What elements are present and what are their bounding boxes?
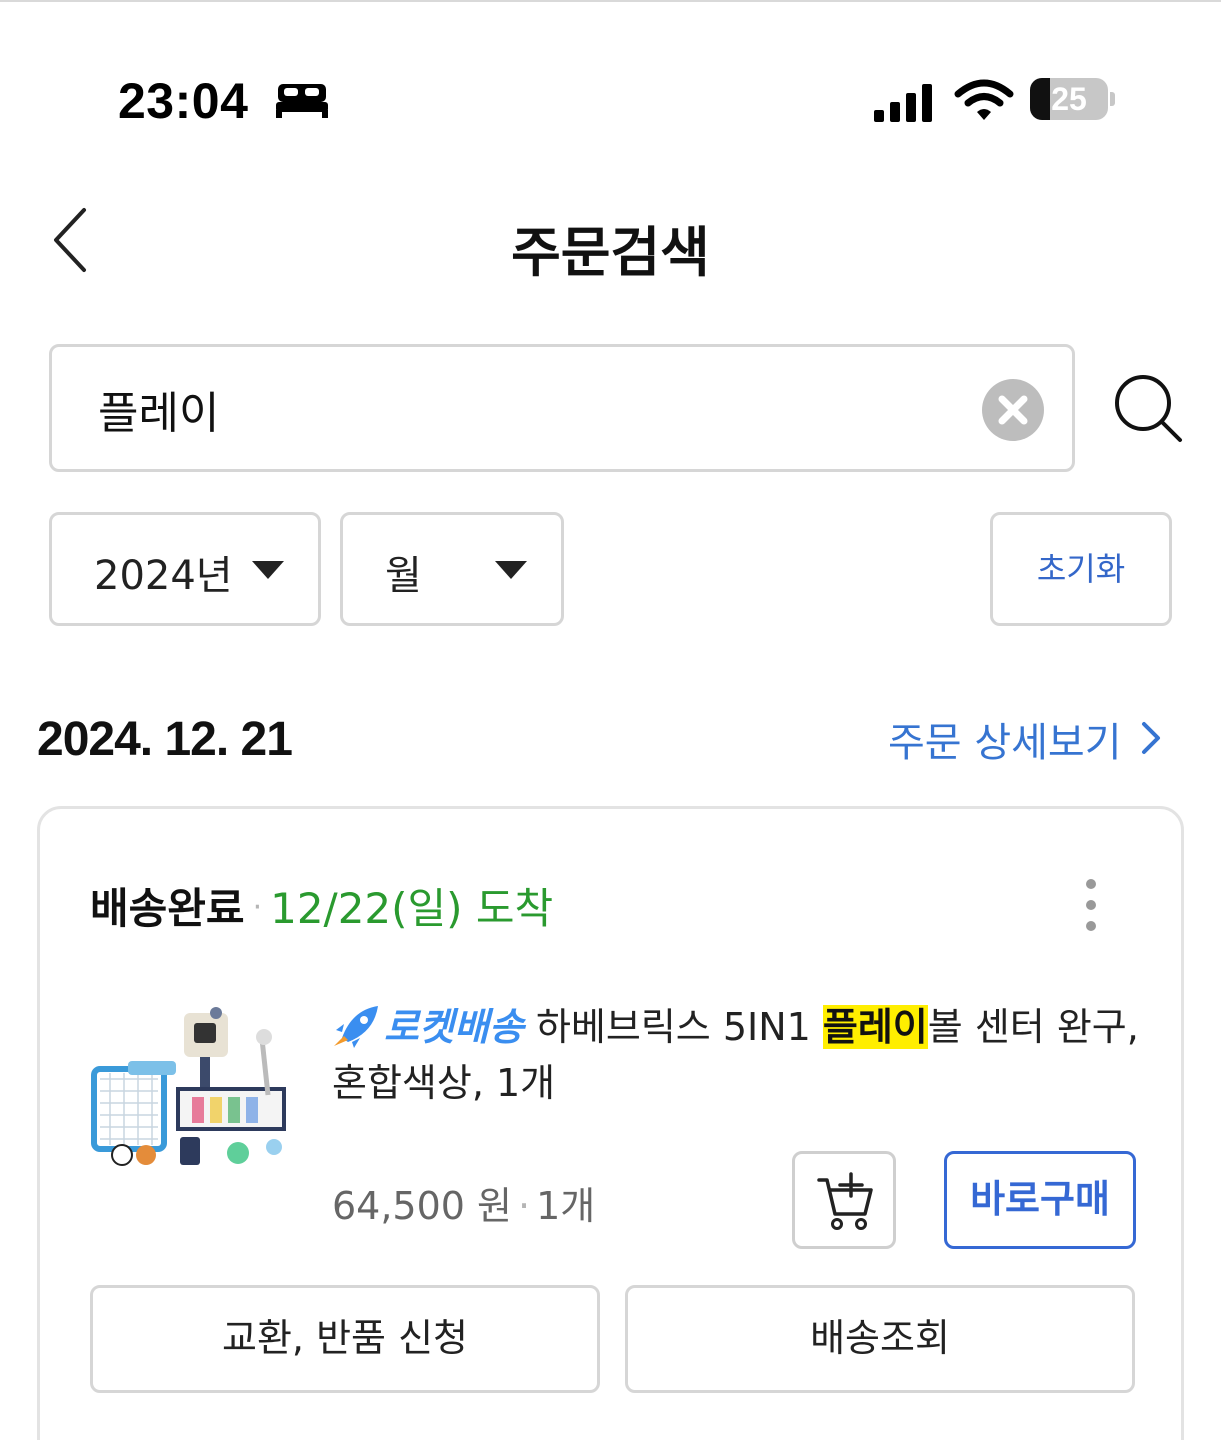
search-input[interactable]: [98, 371, 958, 447]
arrival-date: 12/22(일) 도착: [270, 884, 554, 933]
price-line: 64,500 원 · 1개: [332, 1175, 595, 1230]
reset-button[interactable]: 초기화: [990, 512, 1172, 626]
delivery-status-line: 배송완료 · 12/22(일) 도착: [90, 875, 553, 936]
product-quantity: 1개: [536, 1184, 596, 1228]
bed-icon: [276, 84, 328, 118]
order-date: 2024. 12. 21: [37, 713, 293, 766]
search-icon: [1115, 375, 1182, 442]
product-price: 64,500 원: [332, 1184, 513, 1228]
product-title-part1: 하베브릭스 5IN1: [535, 1005, 823, 1049]
search-box: [49, 344, 1075, 472]
caret-down-icon: [495, 561, 527, 579]
status-separator: ·: [252, 890, 263, 925]
add-to-cart-button[interactable]: [792, 1151, 896, 1249]
battery-icon: 25: [1030, 78, 1108, 120]
header: 주문검색: [0, 190, 1221, 286]
clear-icon: [998, 395, 1028, 425]
product-title-line2: 혼합색상, 1개: [332, 1061, 556, 1105]
month-select[interactable]: 월: [340, 512, 564, 626]
battery-level: 25: [1051, 81, 1087, 117]
status-bar: 23:04 25: [0, 60, 1221, 140]
clear-search-button[interactable]: [982, 379, 1044, 441]
rocket-icon: [334, 1006, 378, 1048]
product-image[interactable]: [88, 999, 294, 1169]
more-vertical-icon: [1086, 879, 1096, 931]
product-title-part2: 볼 센터 완구,: [927, 1005, 1139, 1049]
caret-down-icon: [252, 561, 284, 579]
battery-cap: [1110, 92, 1115, 106]
page-title: 주문검색: [511, 221, 710, 284]
chevron-right-icon[interactable]: [1136, 718, 1166, 758]
more-options-button[interactable]: [1070, 875, 1112, 935]
month-select-value: 월: [385, 553, 422, 599]
top-divider: [0, 0, 1221, 2]
order-card: 배송완료 · 12/22(일) 도착 로켓배송 하베브릭스 5IN1 플레이볼 …: [37, 806, 1184, 1440]
delivery-status: 배송완료: [90, 884, 245, 933]
exchange-return-button[interactable]: 교환, 반품 신청: [90, 1285, 600, 1393]
delivery-tracking-button[interactable]: 배송조회: [625, 1285, 1135, 1393]
rocket-delivery-badge: 로켓배송: [384, 1005, 524, 1049]
add-cart-icon: [817, 1172, 873, 1230]
price-separator: ·: [518, 1184, 531, 1228]
order-detail-link[interactable]: 주문 상세보기: [888, 710, 1122, 768]
status-time: 23:04: [118, 73, 249, 129]
product-title[interactable]: 로켓배송 하베브릭스 5IN1 플레이볼 센터 완구, 혼합색상, 1개: [332, 999, 1152, 1111]
year-select-value: 2024년: [94, 553, 233, 599]
year-select[interactable]: 2024년: [49, 512, 321, 626]
wifi-icon: [954, 79, 1014, 120]
buy-now-button[interactable]: 바로구매: [944, 1151, 1136, 1249]
product-title-highlight: 플레이: [822, 1005, 928, 1049]
search-button[interactable]: [1110, 370, 1186, 446]
signal-icon: [874, 84, 932, 122]
